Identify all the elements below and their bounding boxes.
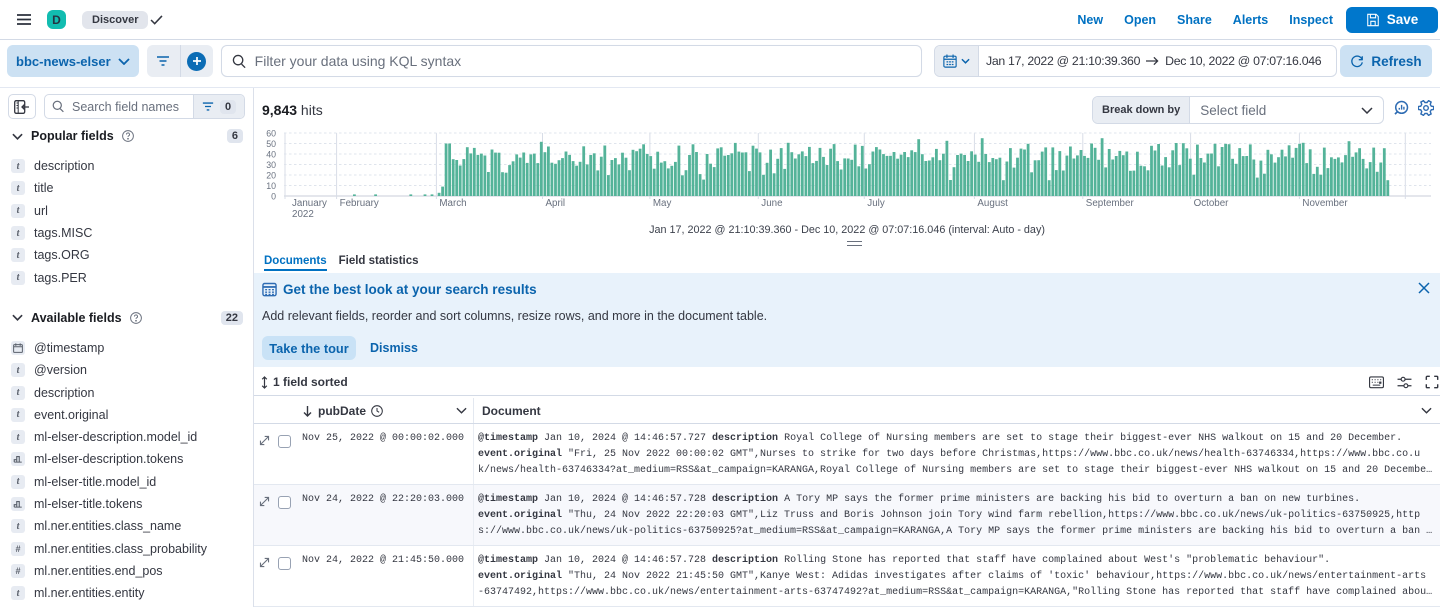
- svg-text:0: 0: [271, 192, 276, 202]
- svg-text:2022: 2022: [292, 209, 314, 220]
- svg-text:July: July: [867, 198, 885, 209]
- svg-text:September: September: [1086, 198, 1135, 209]
- svg-text:50: 50: [266, 139, 276, 149]
- svg-text:January: January: [292, 198, 327, 209]
- svg-text:May: May: [653, 198, 672, 209]
- svg-text:20: 20: [266, 171, 276, 181]
- svg-text:10: 10: [266, 181, 276, 191]
- svg-text:60: 60: [266, 129, 276, 139]
- svg-text:April: April: [546, 198, 566, 209]
- svg-text:March: March: [439, 198, 466, 209]
- svg-text:30: 30: [266, 160, 276, 170]
- svg-text:October: October: [1194, 198, 1230, 209]
- svg-text:40: 40: [266, 150, 276, 160]
- svg-text:June: June: [761, 198, 783, 209]
- svg-text:February: February: [340, 198, 379, 209]
- svg-text:August: August: [977, 198, 1008, 209]
- svg-text:November: November: [1302, 198, 1348, 209]
